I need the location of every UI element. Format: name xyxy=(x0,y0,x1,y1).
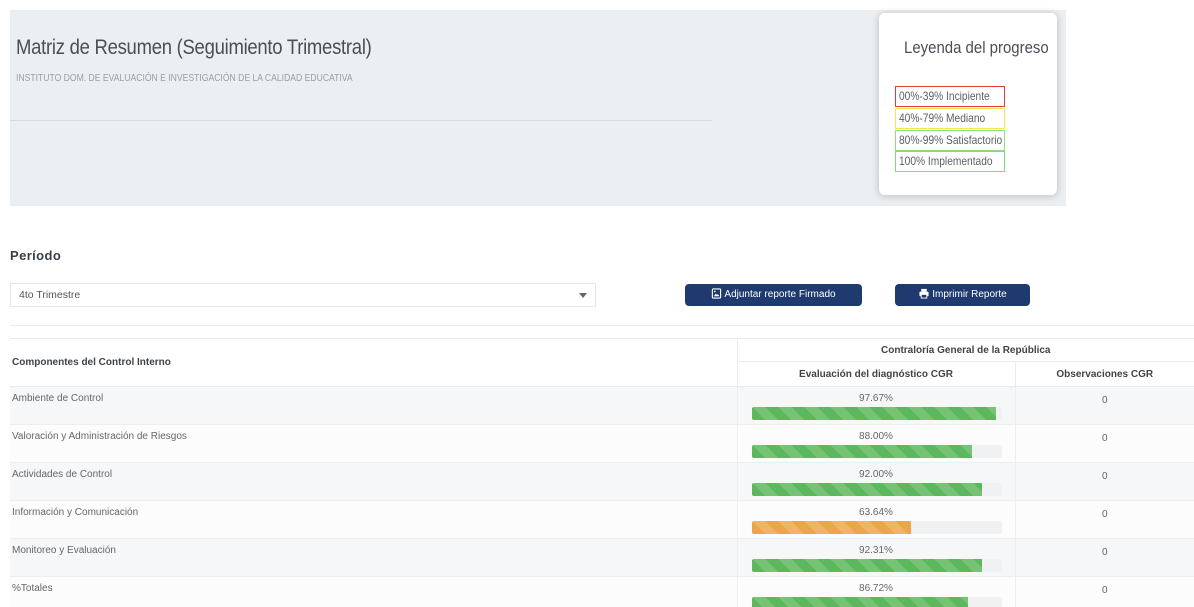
progress-legend-card: Leyenda del progreso 00%-39% Incipiente … xyxy=(879,13,1057,195)
legend-item-incipiente: 00%-39% Incipiente xyxy=(895,86,1005,107)
period-label: Período xyxy=(10,248,62,263)
observations-cell: 0 xyxy=(1014,500,1194,539)
section-divider xyxy=(10,325,1194,326)
progress-fill xyxy=(751,521,911,534)
observations-cell: 0 xyxy=(1014,424,1194,463)
institution-subtitle: INSTITUTO DOM. DE EVALUACIÓN E INVESTIGA… xyxy=(16,72,353,84)
observations-cell: 0 xyxy=(1014,386,1194,425)
component-name: Información y Comunicación xyxy=(10,500,737,539)
legend-item-satisfactorio: 80%-99% Satisfactorio xyxy=(895,130,1005,151)
evaluation-cell: 86.72% xyxy=(736,576,1015,607)
legend-title: Leyenda del progreso xyxy=(904,38,1049,57)
attach-signed-report-button[interactable]: Adjuntar reporte Firmado xyxy=(685,284,862,306)
progress-percent: 63.64% xyxy=(859,507,893,518)
legend-item-mediano: 40%-79% Mediano xyxy=(895,108,1005,129)
print-report-button[interactable]: Imprimir Reporte xyxy=(895,284,1030,306)
table-row-totals: %Totales 86.72% 0 xyxy=(10,576,1194,607)
component-name: %Totales xyxy=(10,576,737,607)
legend-item-implementado: 100% Implementado xyxy=(895,151,1005,172)
observations-cell: 0 xyxy=(1014,538,1194,577)
period-select[interactable]: 4to Trimestre xyxy=(10,283,596,307)
legend-item-label: 100% Implementado xyxy=(899,154,993,168)
evaluation-cell: 88.00% xyxy=(736,424,1015,463)
header-divider xyxy=(10,120,712,121)
progress-bar xyxy=(751,597,1002,607)
legend-item-label: 80%-99% Satisfactorio xyxy=(899,133,1003,147)
progress-fill xyxy=(751,483,982,496)
evaluation-cell: 97.67% xyxy=(736,386,1015,425)
progress-bar xyxy=(751,445,1002,458)
progress-percent: 92.31% xyxy=(859,545,893,556)
progress-bar xyxy=(751,483,1002,496)
table-row: Valoración y Administración de Riesgos 8… xyxy=(10,424,1194,463)
observations-cell: 0 xyxy=(1014,462,1194,501)
progress-bar xyxy=(751,559,1002,572)
progress-fill xyxy=(751,445,972,458)
table-row: Ambiente de Control 97.67% 0 xyxy=(10,386,1194,425)
file-image-icon xyxy=(712,288,722,299)
period-select-value: 4to Trimestre xyxy=(19,289,81,301)
legend-item-label: 40%-79% Mediano xyxy=(899,111,986,125)
component-name: Valoración y Administración de Riesgos xyxy=(10,424,737,463)
chevron-down-icon xyxy=(579,293,587,298)
progress-fill xyxy=(751,597,969,607)
component-name: Actividades de Control xyxy=(10,462,737,501)
progress-fill xyxy=(751,559,983,572)
col-header-cgr-group: Contraloría General de la República xyxy=(736,338,1194,362)
component-name: Monitoreo y Evaluación xyxy=(10,538,737,577)
table-row: Monitoreo y Evaluación 92.31% 0 xyxy=(10,538,1194,577)
col-header-component: Componentes del Control Interno xyxy=(10,338,737,387)
print-button-label: Imprimir Reporte xyxy=(932,289,1007,300)
table-row: Actividades de Control 92.00% 0 xyxy=(10,462,1194,501)
progress-percent: 88.00% xyxy=(859,431,893,442)
print-icon xyxy=(919,288,929,299)
component-name: Ambiente de Control xyxy=(10,386,737,425)
progress-percent: 86.72% xyxy=(859,583,893,594)
attach-button-label: Adjuntar reporte Firmado xyxy=(724,289,836,300)
page-title: Matriz de Resumen (Seguimiento Trimestra… xyxy=(16,36,372,59)
progress-bar xyxy=(751,407,1002,420)
progress-bar xyxy=(751,521,1002,534)
progress-fill xyxy=(751,407,996,420)
observations-cell: 0 xyxy=(1014,576,1194,607)
col-header-observations: Observaciones CGR xyxy=(1014,361,1194,387)
legend-item-label: 00%-39% Incipiente xyxy=(899,89,990,103)
evaluation-cell: 92.31% xyxy=(736,538,1015,577)
table-row: Información y Comunicación 63.64% 0 xyxy=(10,500,1194,539)
summary-table: Componentes del Control Interno Contralo… xyxy=(10,338,1194,607)
progress-percent: 97.67% xyxy=(859,393,893,404)
evaluation-cell: 63.64% xyxy=(736,500,1015,539)
evaluation-cell: 92.00% xyxy=(736,462,1015,501)
progress-percent: 92.00% xyxy=(859,469,893,480)
col-header-evaluation: Evaluación del diagnóstico CGR xyxy=(736,361,1015,387)
